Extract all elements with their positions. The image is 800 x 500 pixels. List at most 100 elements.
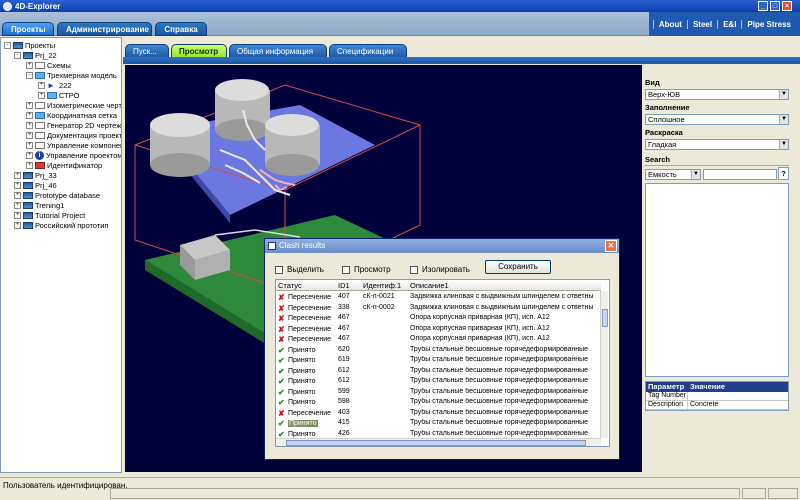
highlight-checkbox[interactable]: Выделить [275,265,324,274]
view-select[interactable]: Верх-ЮВ ▼ [645,89,789,100]
save-button[interactable]: Сохранить [485,260,551,274]
table-row[interactable]: ✔ Принято 612 Трубы стальные бесшовные горя… [276,366,601,377]
status-bar: Пользователь идентифицирован. [0,477,800,500]
tab-view[interactable]: Просмотр [171,44,227,58]
tree-node[interactable]: + Prj_46 [14,180,57,190]
column-id1[interactable]: ID1 [338,281,350,290]
table-row[interactable]: ✘ Пересечение 467 Опора корпусная приварная… [276,313,601,324]
maximize-button[interactable]: □ [770,1,780,11]
collapse-icon[interactable]: - [14,51,21,59]
parameter-row[interactable]: Tag Number [646,392,788,401]
color-select[interactable]: Гладкая ▼ [645,139,789,150]
checkbox-icon[interactable] [275,265,283,274]
expand-icon[interactable]: + [14,181,21,189]
tree-node[interactable]: - Трехмерная модель [26,70,117,80]
table-row[interactable]: ✘ Пересечение 467 Опора корпусная приварная… [276,324,601,335]
tree-node[interactable]: + Изометрические черте [26,100,121,110]
table-row[interactable]: ✘ Пересечение 403 Трубы стальные бесшовные … [276,408,601,419]
table-row[interactable]: ✘ Пересечение 467 Опора корпусная приварная… [276,334,601,345]
link-pipe-stress[interactable]: Pipe Stress [741,19,796,29]
tree-node[interactable]: + Управление компонен [26,140,121,150]
tank-3[interactable] [265,114,320,176]
chevron-down-icon[interactable]: ▼ [779,115,788,124]
checkbox-icon[interactable] [410,265,418,274]
minimize-button[interactable]: _ [758,1,768,11]
column-ident1[interactable]: Идентиф.1 [363,281,401,290]
close-window-button[interactable]: × [782,1,792,11]
chevron-down-icon[interactable]: ▼ [779,140,788,149]
tree-node[interactable]: + Координатная сетка [26,110,117,120]
scroll-thumb[interactable] [602,309,608,327]
isolate-checkbox[interactable]: Изолировать [410,265,470,274]
expand-icon[interactable]: + [14,171,21,179]
column-description1[interactable]: Описание1 [410,281,449,290]
tab-general-info[interactable]: Общая информация [229,44,327,58]
expand-icon[interactable]: + [38,91,45,99]
tree-node[interactable]: + Trening1 [14,200,64,210]
tree-node[interactable]: + i Управление проектом [26,150,121,160]
link-ei[interactable]: E&I [717,19,741,29]
schema-icon [35,61,45,69]
expand-icon[interactable]: + [26,61,33,69]
table-row[interactable]: ✔ Принято 598 Трубы стальные бесшовные горя… [276,397,601,408]
tree-node[interactable]: + Генератор 2D чертеж [26,120,121,130]
expand-icon[interactable]: + [26,161,33,169]
expand-icon[interactable]: + [38,81,45,89]
column-status[interactable]: Статус [278,281,302,290]
tree-node[interactable]: + Идентификатор [26,160,102,170]
parameter-row[interactable]: Description Concrete [646,401,788,410]
expand-icon[interactable]: + [26,131,33,139]
chevron-down-icon[interactable]: ▼ [779,90,788,99]
expand-icon[interactable]: + [14,201,21,209]
expand-icon[interactable]: + [14,211,21,219]
expand-icon[interactable]: + [26,151,33,159]
expand-icon[interactable]: + [26,111,33,119]
link-about[interactable]: About [652,19,687,29]
tree-node[interactable]: + Prototype database [14,190,100,200]
chevron-down-icon[interactable]: ▼ [691,170,700,179]
scroll-thumb[interactable] [286,440,586,446]
tab-start[interactable]: Пуск... [125,44,169,58]
menu-tab-projects[interactable]: Проекты [2,22,54,36]
expand-icon[interactable]: + [26,121,33,129]
tank-2[interactable] [215,79,270,141]
close-icon[interactable]: ✕ [605,240,617,252]
menu-tab-help[interactable]: Справка [155,22,207,36]
tree-node[interactable]: + Prj_33 [14,170,57,180]
expand-icon[interactable]: + [14,191,21,199]
vertical-scrollbar[interactable] [600,291,608,438]
tree-node[interactable]: + Tutorial Project [14,210,85,220]
horizontal-scrollbar[interactable] [276,438,601,446]
tree-node[interactable]: - Проекты [4,40,55,50]
expand-icon[interactable]: + [26,141,33,149]
expand-icon[interactable]: + [26,101,33,109]
tab-specifications[interactable]: Спецификации [329,44,407,58]
search-button[interactable]: ? [778,167,789,180]
tree-node[interactable]: + СТРО [38,90,79,100]
tree-node[interactable]: + Документация проект [26,130,121,140]
table-row[interactable]: ✘ Пересечение 338 сК-п-0002 Задвижка клинова… [276,303,601,314]
table-row[interactable]: ✔ Принято 619 Трубы стальные бесшовные горя… [276,355,601,366]
table-row[interactable]: ✔ Принято 415 Трубы стальные бесшовные горя… [276,418,601,429]
tree-node[interactable]: - Prj_22 [14,50,57,60]
menu-tab-administration[interactable]: Администрирование [57,22,152,36]
collapse-icon[interactable]: - [4,41,11,49]
link-steel[interactable]: Steel [686,19,717,29]
tree-node[interactable]: + ► 222 [38,80,72,90]
search-field-select[interactable]: Емкость ▼ [645,169,701,180]
checkbox-icon[interactable] [342,265,350,274]
table-row[interactable]: ✘ Пересечение 407 сК-п-0021 Задвижка клинова… [276,292,601,303]
collapse-icon[interactable]: - [26,71,33,79]
search-results-list[interactable] [645,183,789,377]
fill-select[interactable]: Сплошное ▼ [645,114,789,125]
table-row[interactable]: ✔ Принято 620 Трубы стальные бесшовные горя… [276,345,601,356]
table-row[interactable]: ✔ Принято 599 Трубы стальные бесшовные горя… [276,387,601,398]
table-row[interactable]: ✔ Принято 612 Трубы стальные бесшовные горя… [276,376,601,387]
search-input[interactable] [703,169,777,180]
expand-icon[interactable]: + [14,221,21,229]
tree-node[interactable]: + Схемы [26,60,71,70]
view-checkbox[interactable]: Просмотр [342,265,391,274]
tree-node[interactable]: + Российский прототип [14,220,109,230]
tank-1[interactable] [150,113,210,177]
dialog-title-bar[interactable]: Clash results ✕ [265,239,619,253]
